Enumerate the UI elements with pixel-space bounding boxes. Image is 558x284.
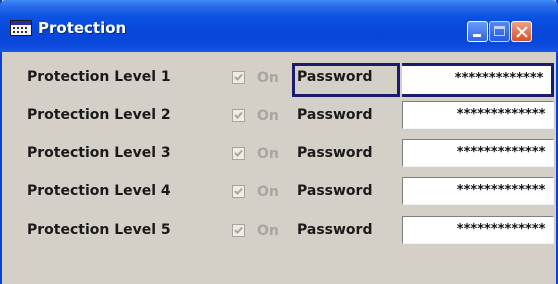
password-label: Password — [297, 222, 373, 238]
minimize-icon — [468, 22, 487, 41]
minimize-button[interactable] — [467, 21, 488, 42]
checkmark-icon — [234, 187, 243, 195]
protection-on-checkbox[interactable] — [232, 109, 245, 122]
protection-on-checkbox[interactable] — [232, 224, 245, 237]
close-icon — [512, 22, 531, 41]
protection-window: Protection Protection Level 1 On Password *… — [0, 0, 558, 284]
checkmark-icon — [234, 149, 243, 157]
password-value: ************* — [456, 145, 546, 160]
password-value: ************* — [456, 183, 546, 198]
password-field[interactable]: ************* — [402, 177, 554, 205]
checkmark-icon — [234, 226, 243, 234]
protection-level-row: Protection Level 3 On Password ************… — [2, 136, 558, 172]
protection-level-label: Protection Level 5 — [27, 222, 171, 238]
password-label: Password — [297, 183, 373, 199]
checkmark-icon — [234, 73, 243, 81]
on-label: On — [257, 223, 279, 239]
maximize-icon — [490, 22, 509, 41]
checkmark-icon — [234, 111, 243, 119]
protection-level-row: Protection Level 1 On Password ************… — [2, 60, 558, 97]
password-label: Password — [297, 107, 373, 123]
protection-on-checkbox[interactable] — [232, 147, 245, 160]
protection-level-label: Protection Level 3 — [27, 145, 171, 161]
password-value: ************* — [456, 107, 546, 122]
password-field[interactable]: ************* — [402, 139, 554, 167]
password-label: Password — [297, 69, 373, 85]
protection-level-label: Protection Level 2 — [27, 107, 171, 123]
protection-on-checkbox[interactable] — [232, 71, 245, 84]
maximize-button[interactable] — [489, 21, 510, 42]
password-value: ************* — [456, 222, 546, 237]
app-window-icon — [10, 20, 32, 36]
protection-level-label: Protection Level 4 — [27, 183, 171, 199]
window-title: Protection — [38, 19, 127, 37]
on-label: On — [257, 146, 279, 162]
on-label: On — [257, 70, 279, 86]
on-label: On — [257, 108, 279, 124]
password-value: ************* — [454, 71, 544, 86]
on-label: On — [257, 184, 279, 200]
protection-level-row: Protection Level 5 On Password ************… — [2, 213, 558, 249]
close-button[interactable] — [511, 21, 532, 42]
password-field[interactable]: ************* — [402, 63, 554, 97]
protection-level-row: Protection Level 4 On Password ************… — [2, 174, 558, 210]
protection-level-label: Protection Level 1 — [27, 69, 171, 85]
title-bar[interactable]: Protection — [0, 0, 558, 52]
password-field[interactable]: ************* — [402, 101, 554, 129]
password-field[interactable]: ************* — [402, 216, 554, 244]
protection-level-row: Protection Level 2 On Password ************… — [2, 98, 558, 134]
protection-on-checkbox[interactable] — [232, 185, 245, 198]
password-label: Password — [297, 145, 373, 161]
